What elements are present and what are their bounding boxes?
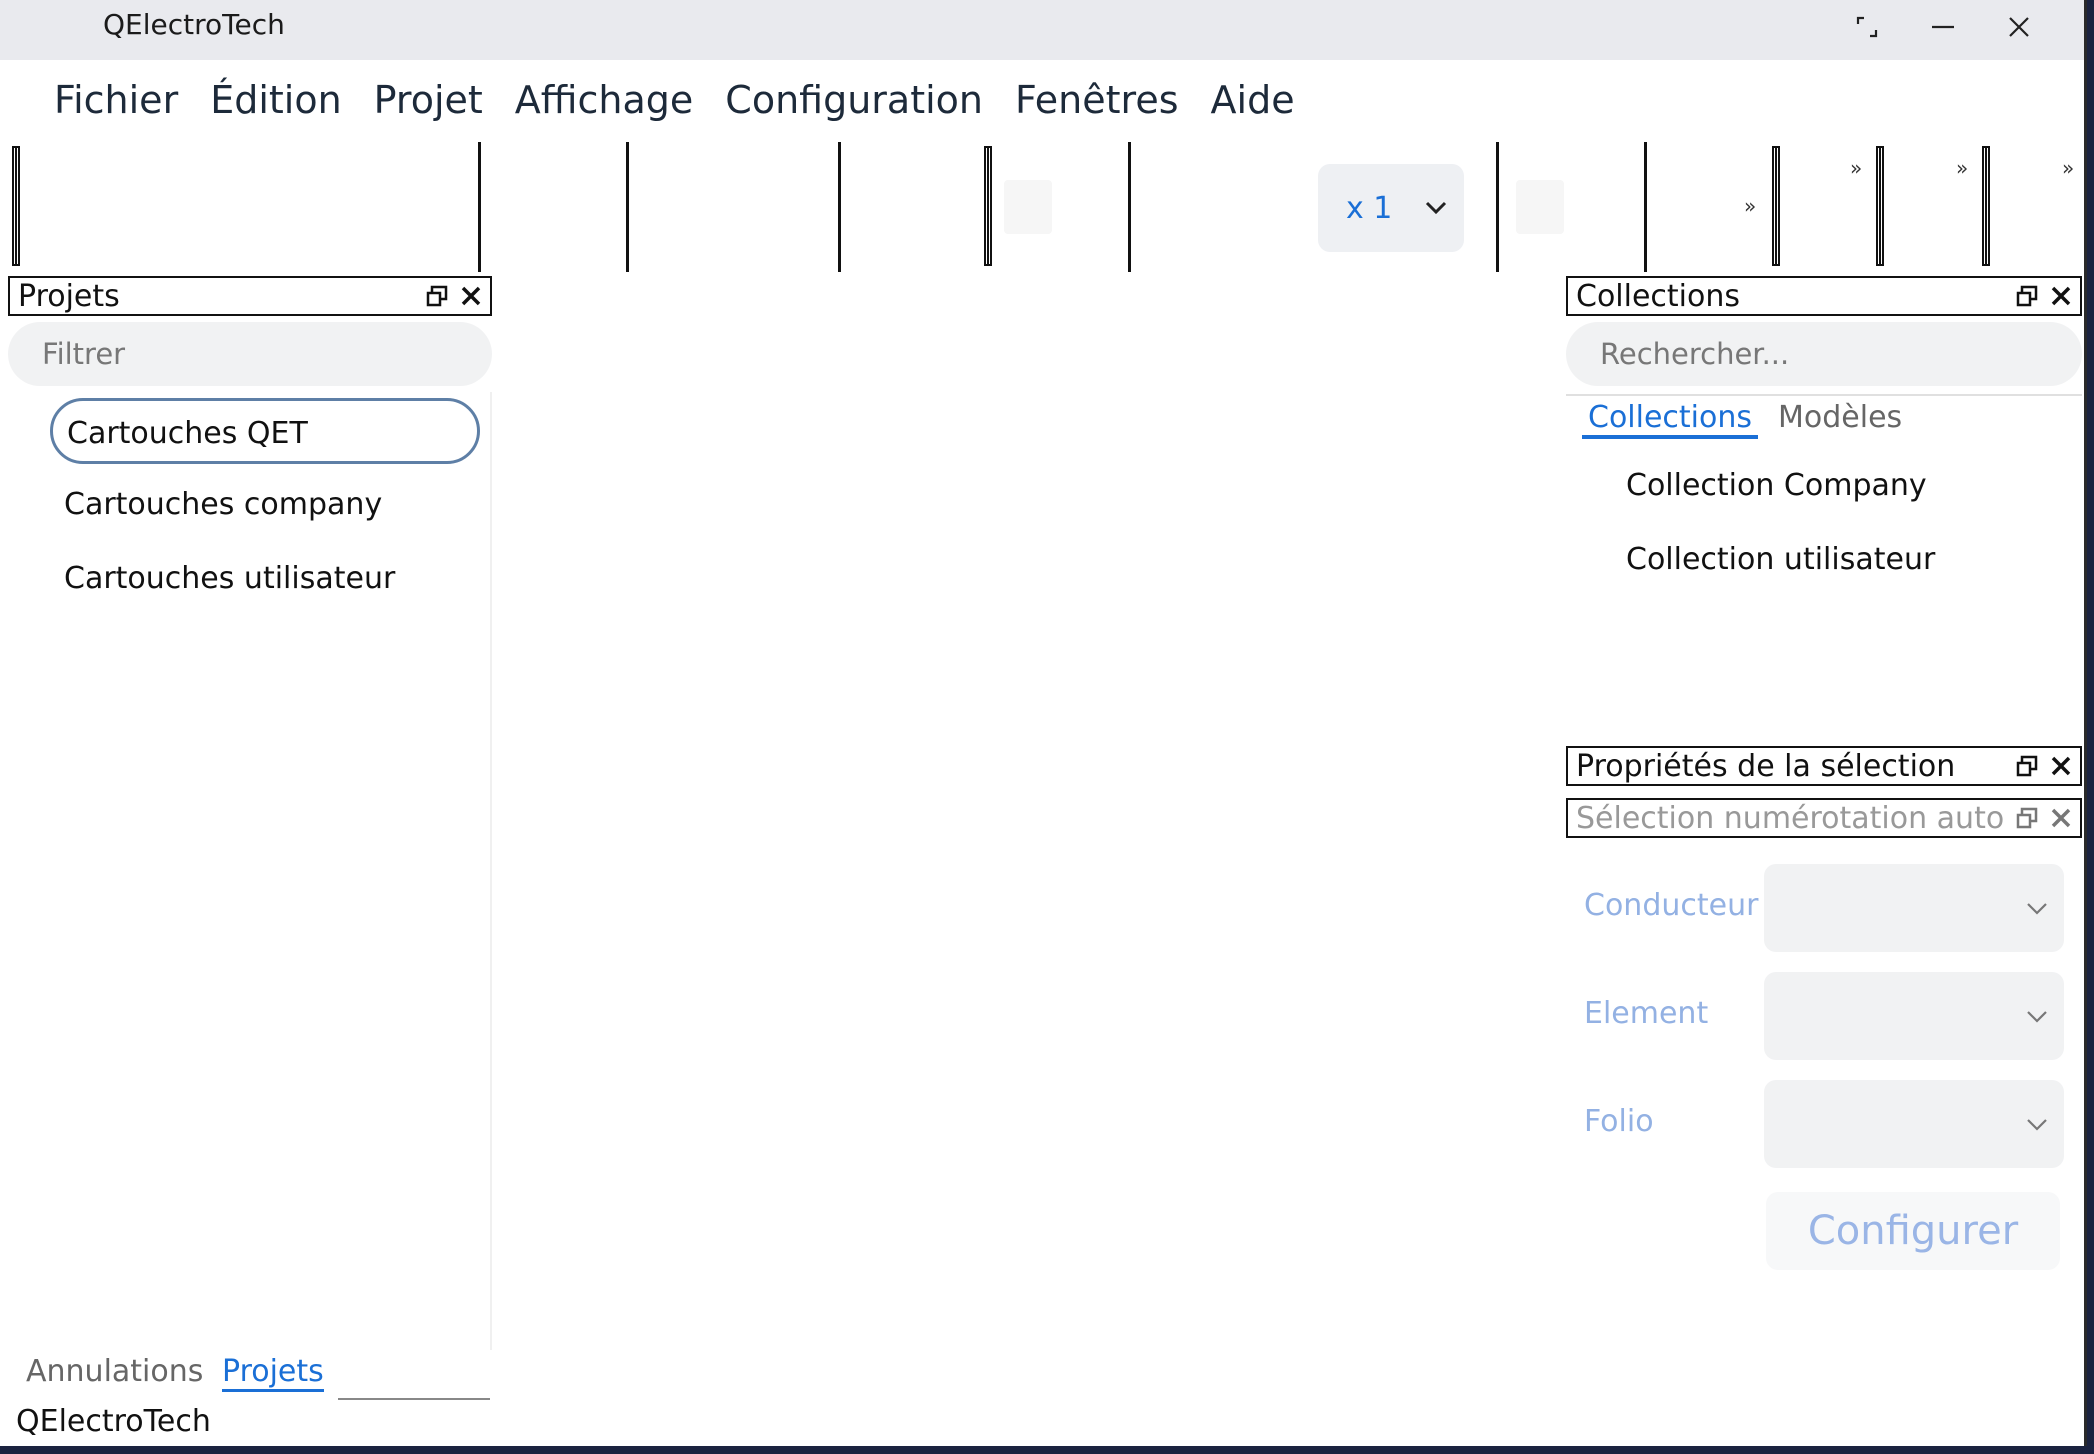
left-dock-tabs: Annulations Projets: [8, 1354, 490, 1402]
projects-tree: Cartouches QET Cartouches company Cartou…: [8, 392, 492, 1350]
close-icon[interactable]: [2046, 281, 2076, 311]
toolbar-grip[interactable]: [1876, 146, 1884, 266]
tab-collections[interactable]: Collections: [1582, 400, 1759, 439]
toolbar-separator: [478, 142, 481, 272]
toolbar-button[interactable]: [1516, 180, 1564, 234]
zoom-value: x 1: [1346, 190, 1393, 226]
toolbar-extension-icon[interactable]: »: [1744, 194, 1756, 218]
tree-item-cartouches-company[interactable]: Cartouches company: [50, 472, 480, 538]
tab-annulations[interactable]: Annulations: [26, 1354, 203, 1389]
collection-item-utilisateur[interactable]: Collection utilisateur: [1626, 542, 1935, 577]
collections-search-input[interactable]: [1598, 336, 2015, 372]
menu-projet[interactable]: Projet: [358, 72, 499, 132]
menu-configuration[interactable]: Configuration: [709, 72, 999, 132]
toolbar-separator: [1128, 142, 1131, 272]
toolbar-extension-icon[interactable]: »: [1850, 156, 1862, 180]
toolbar-grip[interactable]: [1982, 146, 1990, 266]
auto-numbering-dock-title: Sélection numérotation auto: [1566, 798, 2082, 838]
auto-numbering-label: Sélection numérotation auto: [1576, 800, 2005, 836]
toolbar-extension-icon[interactable]: »: [2062, 156, 2074, 180]
projects-filter-input[interactable]: [40, 336, 432, 372]
menu-edition[interactable]: Édition: [194, 72, 357, 132]
chevron-down-icon: [2026, 1002, 2048, 1030]
chevron-down-icon: [1424, 193, 1448, 223]
tab-bar-divider: [338, 1398, 490, 1400]
float-icon[interactable]: [2012, 751, 2042, 781]
projects-dock-title: Projets: [8, 276, 492, 316]
toolbar-grip[interactable]: [12, 146, 20, 266]
minimize-icon[interactable]: [1906, 0, 1980, 54]
collections-dock-title: Collections: [1566, 276, 2082, 316]
float-icon[interactable]: [422, 281, 452, 311]
toolbar-extension-icon[interactable]: »: [1956, 156, 1968, 180]
element-label: Element: [1584, 996, 1709, 1031]
toolbar-grip[interactable]: [1772, 146, 1780, 266]
toolbar-separator: [838, 142, 841, 272]
toolbar-separator: [1496, 142, 1499, 272]
collections-dock-label: Collections: [1576, 278, 1741, 314]
conducteur-select[interactable]: [1764, 864, 2064, 952]
collection-item-company[interactable]: Collection Company: [1626, 468, 1927, 503]
window-title: QElectroTech: [103, 8, 285, 41]
tree-item-cartouches-qet[interactable]: Cartouches QET: [50, 398, 480, 464]
chevron-down-icon: [2026, 894, 2048, 922]
toolbar-separator: [1644, 142, 1647, 272]
menu-aide[interactable]: Aide: [1195, 72, 1311, 132]
projects-dock-label: Projets: [18, 278, 120, 314]
element-select[interactable]: [1764, 972, 2064, 1060]
close-icon[interactable]: [456, 281, 486, 311]
main-window: QElectroTech Fichier Édition Projet Affi…: [0, 0, 2087, 1446]
conducteur-label: Conducteur: [1584, 888, 1759, 923]
toolbar: x 1 » » » »: [0, 140, 2084, 276]
toolbar-separator: [626, 142, 629, 272]
toolbar-button[interactable]: [1004, 180, 1052, 234]
folio-label: Folio: [1584, 1104, 1654, 1139]
toolbar-grip[interactable]: [984, 146, 992, 266]
menu-bar: Fichier Édition Projet Affichage Configu…: [38, 72, 1311, 132]
collections-search: [1566, 322, 2082, 386]
restore-icon[interactable]: [1830, 0, 1904, 54]
menu-affichage[interactable]: Affichage: [499, 72, 710, 132]
zoom-select[interactable]: x 1: [1318, 164, 1464, 252]
projects-filter: [8, 322, 492, 386]
status-bar: QElectroTech: [16, 1404, 211, 1439]
chevron-down-icon: [2026, 1110, 2048, 1138]
selection-properties-label: Propriétés de la sélection: [1576, 748, 1956, 784]
folio-select[interactable]: [1764, 1080, 2064, 1168]
float-icon[interactable]: [2012, 803, 2042, 833]
close-icon[interactable]: [2046, 751, 2076, 781]
collections-tab-divider: [1566, 394, 2082, 396]
menu-fichier[interactable]: Fichier: [38, 72, 194, 132]
tree-item-cartouches-utilisateur[interactable]: Cartouches utilisateur: [50, 546, 480, 612]
configure-button[interactable]: Configurer: [1766, 1192, 2060, 1270]
float-icon[interactable]: [2012, 281, 2042, 311]
menu-fenetres[interactable]: Fenêtres: [999, 72, 1195, 132]
selection-properties-dock-title: Propriétés de la sélection: [1566, 746, 2082, 786]
close-icon[interactable]: [2046, 803, 2076, 833]
close-icon[interactable]: [1982, 0, 2056, 54]
title-bar: QElectroTech: [0, 0, 2084, 60]
tab-projets[interactable]: Projets: [222, 1354, 324, 1392]
tab-modeles[interactable]: Modèles: [1778, 400, 1902, 435]
